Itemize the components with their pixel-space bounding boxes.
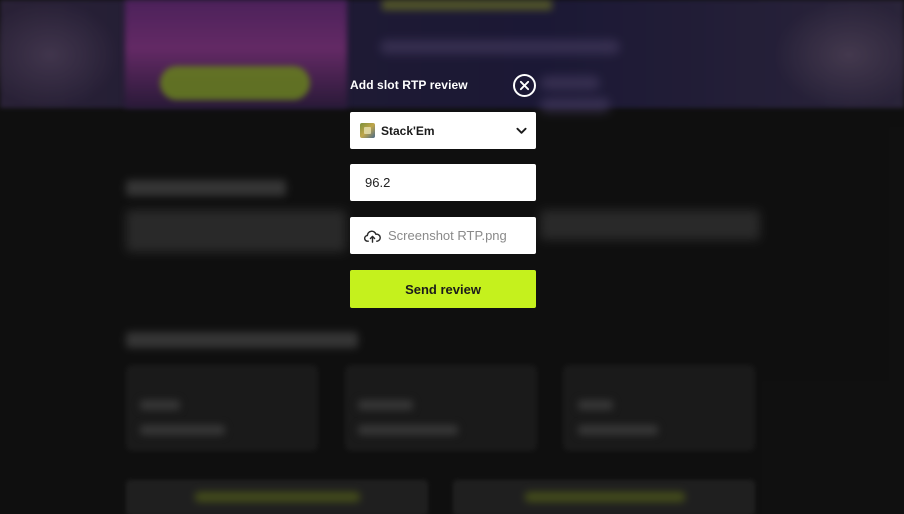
send-review-button[interactable]: Send review — [350, 270, 536, 308]
close-icon — [519, 80, 530, 91]
slot-thumbnail-icon — [360, 123, 375, 138]
modal-title: Add slot RTP review — [350, 78, 468, 92]
cloud-upload-icon — [364, 230, 381, 243]
slot-select-value: Stack'Em — [381, 123, 435, 138]
upload-file-name: Screenshot RTP.png — [388, 228, 507, 243]
rtp-input-value: 96.2 — [365, 175, 391, 190]
close-button[interactable] — [513, 74, 536, 97]
rtp-review-modal: Add slot RTP review Stack'Em 96.2 Screen… — [350, 72, 536, 308]
chevron-down-icon — [516, 127, 527, 134]
modal-header: Add slot RTP review — [350, 72, 536, 100]
rtp-input[interactable]: 96.2 — [350, 164, 536, 201]
screenshot-upload[interactable]: Screenshot RTP.png — [350, 217, 536, 254]
slot-select[interactable]: Stack'Em — [350, 112, 536, 149]
